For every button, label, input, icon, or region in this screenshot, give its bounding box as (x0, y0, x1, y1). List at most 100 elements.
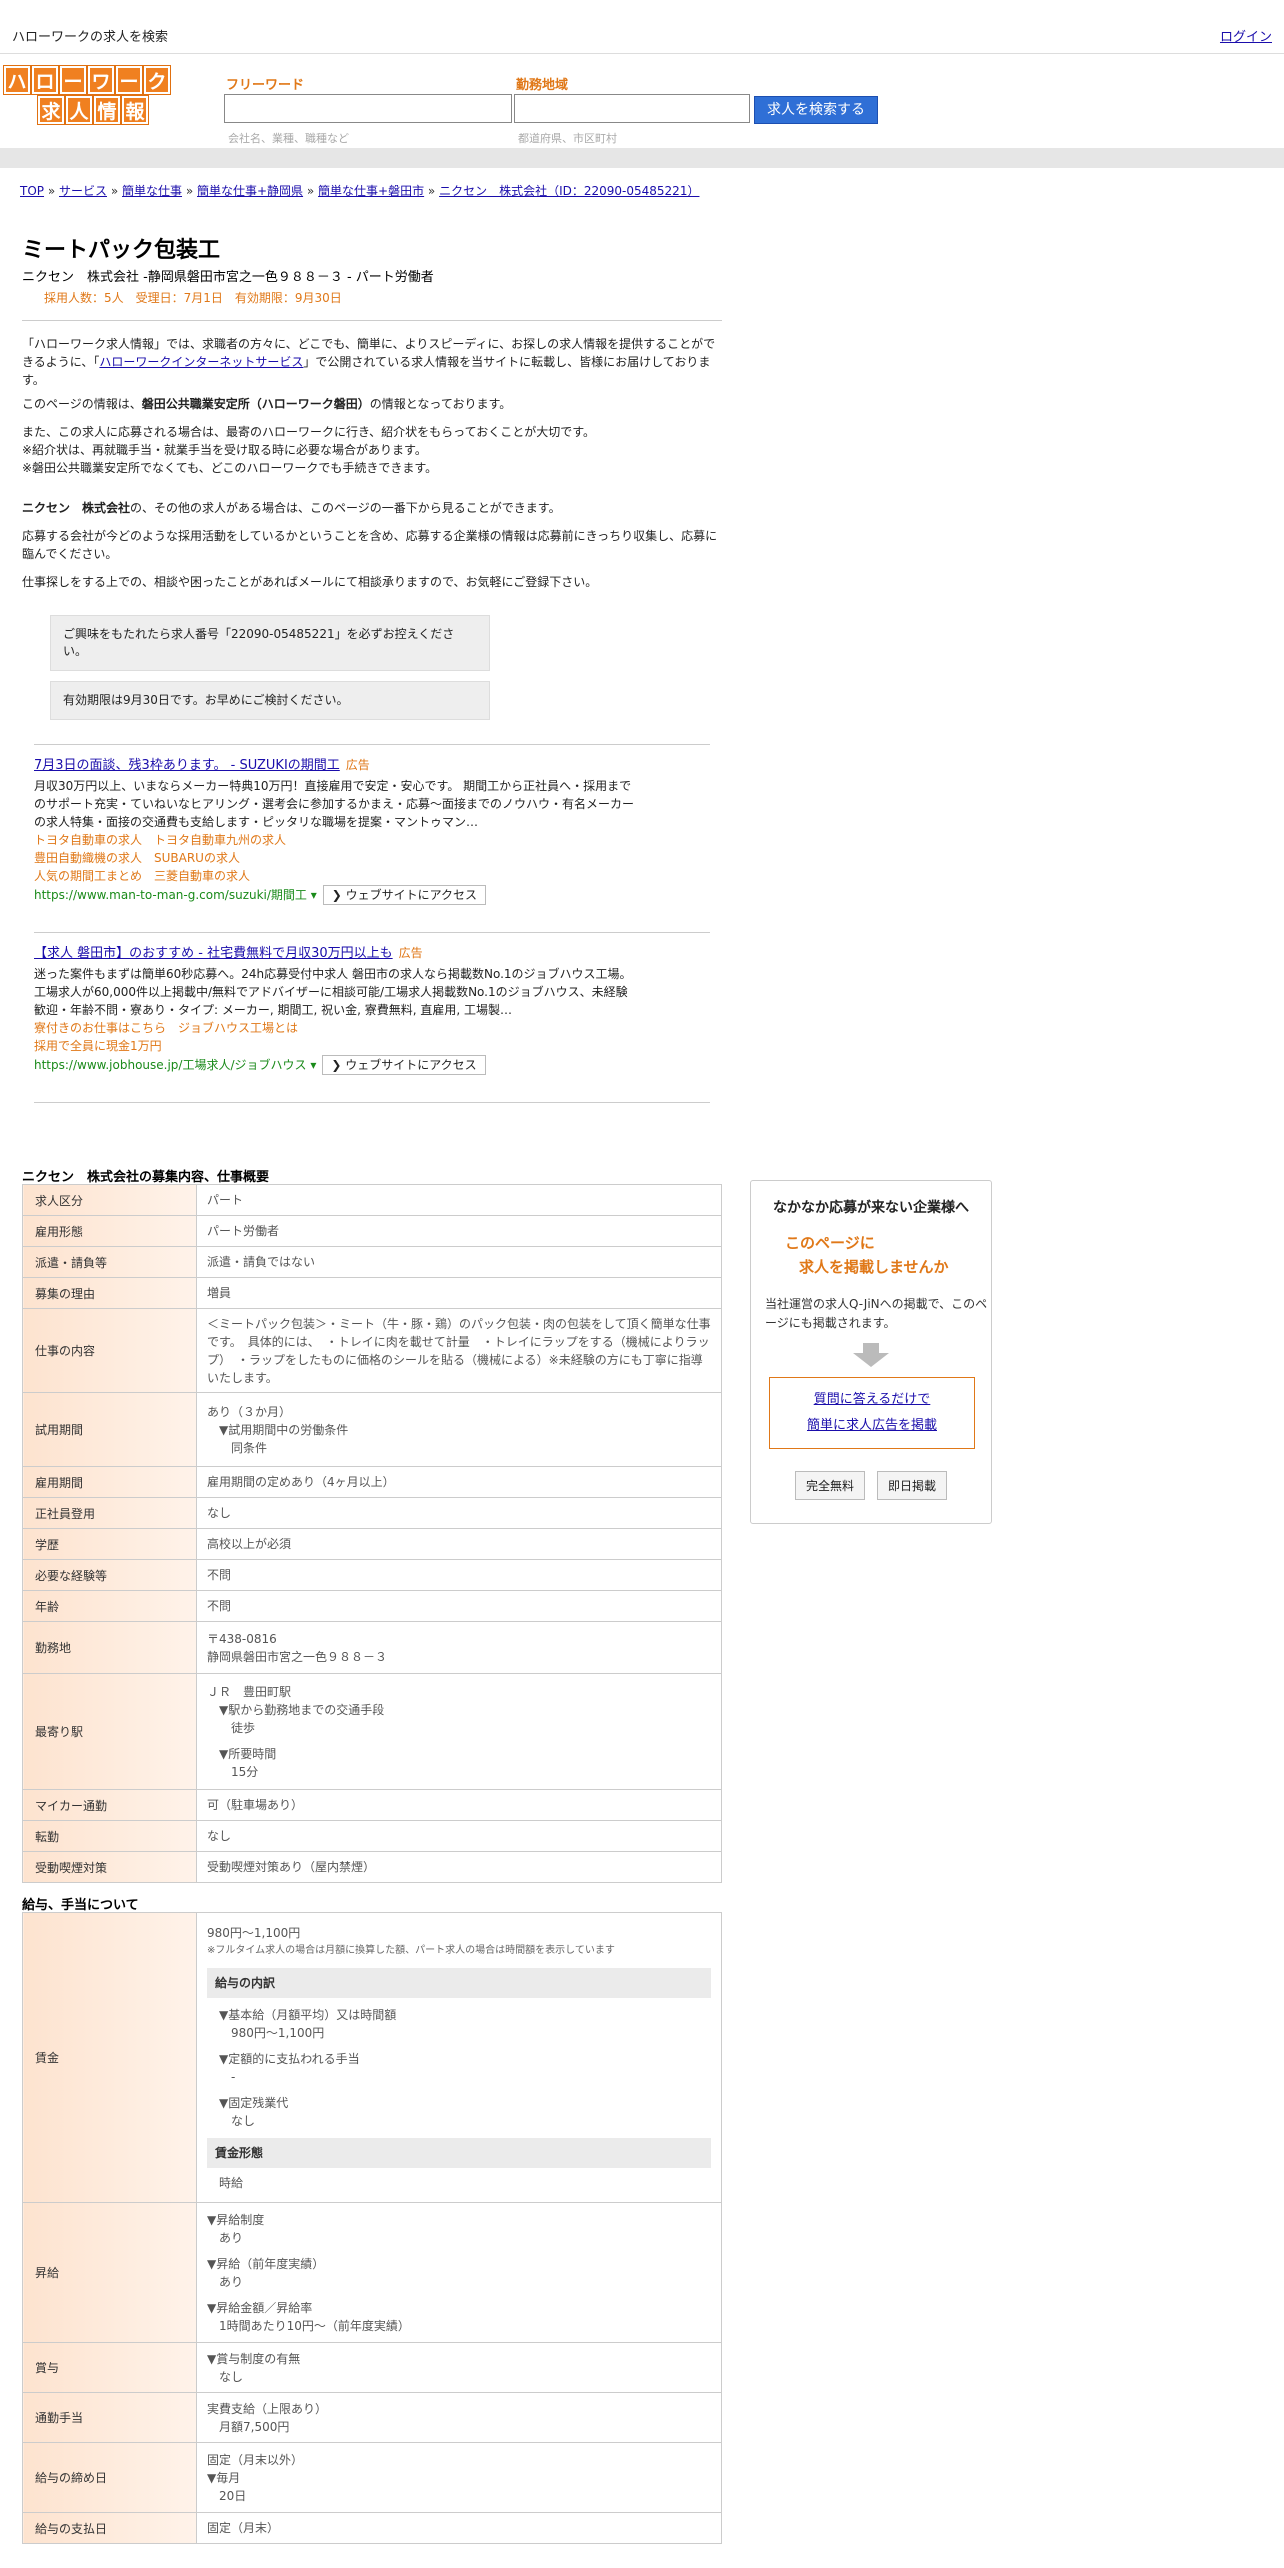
value-sub: - (231, 2069, 236, 2084)
ad-headline[interactable]: 7月3日の面談、残3枠あります。 - SUZUKIの期間工 (34, 758, 340, 773)
search-button[interactable]: 求人を検索する (754, 96, 878, 124)
ad-sitelink[interactable]: 寮付きのお仕事はこちら ジョブハウス工場とは (34, 1019, 634, 1037)
value-sub: ▼昇給制度 (207, 2212, 265, 2227)
logo-char: 求 (37, 95, 65, 125)
row-value: 受動喫煙対策あり（屋内禁煙） (196, 1851, 722, 1883)
row-label: 試用期間 (22, 1392, 197, 1467)
row-value: なし (196, 1820, 722, 1852)
freeword-label: フリーワード (226, 78, 305, 93)
ad-sitelink[interactable]: トヨタ自動車の求人 トヨタ自動車九州の求人 (34, 831, 634, 849)
section-title-overview: ニクセン 株式会社の募集内容、仕事概要 (22, 1170, 270, 1185)
value-line: ＪＲ 豊田町駅 (207, 1684, 292, 1699)
row-value: 増員 (196, 1277, 722, 1309)
value-sub: 15分 (231, 1764, 259, 1779)
breadcrumb-iwata[interactable]: 簡単な仕事+磐田市 (318, 184, 424, 198)
table-row: 転勤 なし (22, 1820, 722, 1852)
ad-sitelink[interactable]: 人気の期間工まとめ 三菱自動車の求人 (34, 867, 634, 885)
row-label: 給与の支払日 (22, 2512, 197, 2544)
ad-sitelink[interactable]: 豊田自動織機の求人 SUBARUの求人 (34, 849, 634, 867)
row-value: あり（３か月） ▼試用期間中の労働条件 同条件 (196, 1392, 722, 1467)
row-label: 給与の締め日 (22, 2442, 197, 2513)
free-button[interactable]: 完全無料 (794, 1471, 865, 1500)
job-main: ミートパック包装工 ニクセン 株式会社 -静岡県磐田市宮之一色９８８－３ - パ… (22, 232, 722, 720)
breadcrumb-company[interactable]: ニクセン 株式会社（ID：22090-05485221） (439, 184, 699, 198)
table-row: 最寄り駅 ＪＲ 豊田町駅 ▼駅から勤務地までの交通手段 徒歩 ▼所要時間 15分 (22, 1673, 722, 1790)
login-link[interactable]: ログイン (1220, 26, 1272, 45)
ad-url[interactable]: https://www.jobhouse.jp/工場求人/ジョブハウス ▾ (34, 1058, 316, 1072)
value-sub: ▼固定残業代 (219, 2095, 289, 2110)
expiry-note: 有効期限は9月30日です。お早めにご検討ください。 (50, 681, 490, 720)
wage-range: 980円〜1,100円 (207, 1925, 301, 1940)
row-value: 雇用期間の定めあり（4ヶ月以上） (196, 1466, 722, 1498)
table-row: 求人区分 パート (22, 1184, 722, 1216)
visit-site-button[interactable]: ❯ ウェブサイトにアクセス (322, 1055, 486, 1075)
table-row: 募集の理由 増員 (22, 1277, 722, 1309)
hellowork-link[interactable]: ハローワークインターネットサービス (99, 355, 303, 369)
breadcrumb-service[interactable]: サービス (59, 184, 107, 198)
value-sub: ▼試用期間中の労働条件 (219, 1422, 349, 1437)
logo-char: 人 (65, 95, 93, 125)
breadcrumb-shizuoka[interactable]: 簡単な仕事+静岡県 (197, 184, 303, 198)
ad-sitelink[interactable]: 採用で全員に現金1万円 (34, 1037, 634, 1055)
intro-p2: このページの情報は、 (22, 397, 142, 411)
header: ハ ロ ー ワ ー ク 求 人 情 報 フリーワード 会社名、業種、職種など 勤… (0, 54, 1284, 148)
sidebar-link-questions[interactable]: 質問に答えるだけで (814, 1392, 931, 1407)
freeword-input[interactable] (224, 94, 512, 123)
ad-url[interactable]: https://www.man-to-man-g.com/suzuki/期間工 … (34, 888, 317, 902)
sidebar-title: なかなか応募が来ない企業様へ (773, 1200, 969, 1216)
breadcrumb-sep: » (424, 184, 440, 198)
table-row: 昇給 ▼昇給制度 あり ▼昇給（前年度実績） あり ▼昇給金額／昇給率 1時間あ… (22, 2202, 722, 2343)
same-day-button[interactable]: 即日掲載 (877, 1471, 948, 1500)
value-sub: 20日 (219, 2488, 247, 2503)
table-row: 賞与 ▼賞与制度の有無 なし (22, 2342, 722, 2393)
divider (22, 320, 722, 321)
breadcrumb-sep: » (107, 184, 122, 198)
visit-site-button[interactable]: ❯ ウェブサイトにアクセス (322, 885, 487, 905)
row-value: ＪＲ 豊田町駅 ▼駅から勤務地までの交通手段 徒歩 ▼所要時間 15分 (196, 1673, 722, 1790)
overview-table: 求人区分 パート 雇用形態 パート労働者 派遣・請負等 派遣・請負ではない 募集の理由… (22, 1184, 722, 1883)
breadcrumb-easy-jobs[interactable]: 簡単な仕事 (122, 184, 182, 198)
breadcrumb-top[interactable]: TOP (20, 184, 44, 198)
wage-form-value: 時給 (219, 2175, 244, 2190)
value-sub: ▼基本給（月額平均）又は時間額 (219, 2007, 397, 2022)
chevron-right-icon: ❯ (331, 1058, 346, 1072)
row-value: 固定（月末以外） ▼毎月 20日 (196, 2442, 722, 2513)
site-logo[interactable]: ハ ロ ー ワ ー ク 求 人 情 報 (3, 65, 182, 125)
job-meta: 採用人数：5人 受理日：7月1日 有効期限：9月30日 (44, 291, 342, 305)
row-label: 通勤手当 (22, 2392, 197, 2443)
table-row: 受動喫煙対策 受動喫煙対策あり（屋内禁煙） (22, 1851, 722, 1883)
row-value: パート労働者 (196, 1215, 722, 1247)
sidebar-link-box: 質問に答えるだけで 簡単に求人広告を掲載 (769, 1377, 975, 1449)
value-line: 月額7,500円 (219, 2419, 290, 2434)
row-label: 学歴 (22, 1528, 197, 1560)
row-label: 必要な経験等 (22, 1559, 197, 1591)
ad-tag: 広告 (398, 946, 423, 960)
value-sub: なし (219, 2369, 244, 2384)
value-sub: 徒歩 (231, 1720, 256, 1735)
row-value: ＜ミートパック包装＞・ミート（牛・豚・鶏）のパック包装・肉の包装をして頂く簡単な… (196, 1308, 722, 1393)
value-sub: ▼賞与制度の有無 (207, 2351, 301, 2366)
area-input[interactable] (514, 94, 750, 123)
intro-p4: の、その他の求人がある場合は、このページの一番下から見ることができます。 (130, 501, 561, 515)
value-sub: 980円〜1,100円 (231, 2025, 325, 2040)
breadcrumb: TOP » サービス » 簡単な仕事 » 簡単な仕事+静岡県 » 簡単な仕事+磐… (20, 182, 699, 199)
row-value: 980円〜1,100円 ※フルタイム求人の場合は月額に換算した額、パート求人の場… (196, 1912, 722, 2203)
breakdown-header: 給与の内訳 (207, 1967, 711, 1998)
value-sub: なし (231, 2113, 256, 2128)
row-value: パート (196, 1184, 722, 1216)
sidebar-link-post-ad[interactable]: 簡単に求人広告を掲載 (807, 1418, 937, 1433)
sidebar-catch-1: このページに (785, 1234, 875, 1252)
value-sub: ▼定額的に支払われる手当 (219, 2051, 360, 2066)
sidebar-catch-2: 求人を掲載しませんか (799, 1258, 949, 1276)
table-row: 正社員登用 なし (22, 1497, 722, 1529)
row-label: マイカー通勤 (22, 1789, 197, 1821)
breadcrumb-sep: » (303, 184, 319, 198)
ad-headline[interactable]: 【求人 磐田市】のおすすめ - 社宅費無料で月収30万円以上も (34, 946, 393, 961)
ad-separator (34, 1102, 710, 1103)
value-sub: ▼昇給金額／昇給率 (207, 2300, 313, 2315)
intro-p6: 仕事探しをする上での、相談や困ったことがあればメールにて相談承りますので、お気軽… (22, 575, 598, 589)
section-title-salary: 給与、手当について (22, 1898, 139, 1913)
down-arrow-icon (863, 1343, 879, 1353)
table-row: 通勤手当 実費支給（上限あり） 月額7,500円 (22, 2392, 722, 2443)
table-row: マイカー通勤 可（駐車場あり） (22, 1789, 722, 1821)
